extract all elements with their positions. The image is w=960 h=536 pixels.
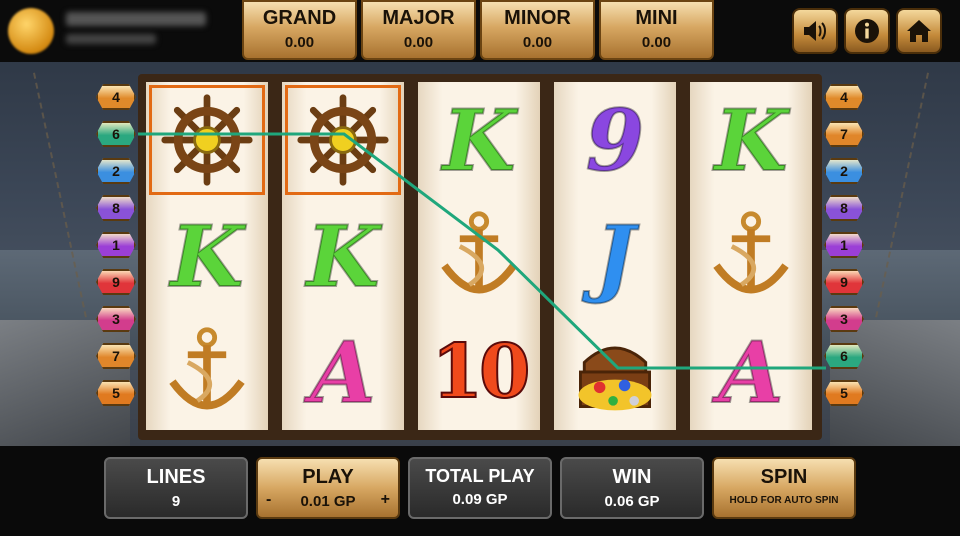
line-badge[interactable]: 6	[96, 121, 136, 147]
line-badge[interactable]: 7	[96, 343, 136, 369]
symbol-a: A	[282, 314, 404, 430]
jackpot-minor: MINOR 0.00	[480, 0, 595, 60]
reel-1: K	[146, 82, 268, 430]
player-balance-blurred	[66, 34, 156, 44]
info-button[interactable]	[844, 8, 890, 54]
line-badge[interactable]: 8	[824, 195, 864, 221]
symbol-k: K	[282, 198, 404, 314]
line-badge[interactable]: 8	[96, 195, 136, 221]
jackpot-value: 0.00	[403, 34, 434, 51]
ship-wheel-icon	[297, 94, 389, 186]
lines-panel[interactable]: LINES 9	[104, 457, 248, 519]
line-badge[interactable]: 4	[824, 84, 864, 110]
ship-wheel-icon	[161, 94, 253, 186]
line-badge[interactable]: 6	[824, 343, 864, 369]
line-badge[interactable]: 4	[96, 84, 136, 110]
line-badge[interactable]: 7	[824, 121, 864, 147]
bet-increase-button[interactable]: +	[381, 491, 390, 509]
jackpot-value: 0.00	[522, 34, 553, 51]
win-value: 0.06 GP	[604, 493, 660, 510]
play-panel: PLAY 0.01 GP - +	[256, 457, 400, 519]
symbol-k: K	[690, 82, 812, 198]
letter-k: K	[441, 90, 516, 191]
reel-2: K A	[282, 82, 404, 430]
line-badge[interactable]: 1	[824, 232, 864, 258]
letter-a: A	[717, 322, 784, 423]
symbol-ship-wheel	[146, 82, 268, 198]
anchor-icon	[713, 211, 789, 294]
jackpot-major: MAJOR 0.00	[361, 0, 476, 60]
letter-k: K	[713, 90, 788, 191]
line-badge[interactable]: 2	[824, 158, 864, 184]
home-icon	[907, 20, 931, 42]
win-label: WIN	[612, 466, 652, 488]
reel-3: K 10	[418, 82, 540, 430]
symbol-a: A	[690, 314, 812, 430]
symbol-ship-wheel	[282, 82, 404, 198]
speaker-icon	[804, 21, 826, 41]
win-panel: WIN 0.06 GP	[560, 457, 704, 519]
lines-value: 9	[171, 493, 181, 510]
letter-a: A	[309, 322, 376, 423]
lines-label: LINES	[146, 466, 206, 488]
play-value: 0.01 GP	[300, 493, 356, 510]
total-play-panel: TOTAL PLAY 0.09 GP	[408, 457, 552, 519]
spin-button[interactable]: SPIN HOLD FOR AUTO SPIN	[712, 457, 856, 519]
bet-decrease-button[interactable]: -	[266, 491, 271, 509]
game-logo	[8, 8, 54, 54]
jackpot-value: 0.00	[641, 34, 672, 51]
letter-j: J	[594, 206, 636, 307]
symbol-ten: 10	[418, 314, 540, 430]
top-bar: GRAND 0.00 MAJOR 0.00 MINOR 0.00 MINI 0.…	[0, 0, 960, 62]
jackpot-label: GRAND	[262, 7, 337, 29]
symbol-nine: 9	[554, 82, 676, 198]
jackpot-label: MINI	[635, 7, 678, 29]
jackpot-mini: MINI 0.00	[599, 0, 714, 60]
sound-button[interactable]	[792, 8, 838, 54]
jackpot-label: MAJOR	[382, 7, 455, 29]
reel-4: 9 J	[554, 82, 676, 430]
anchor-icon	[441, 211, 517, 294]
symbol-k: K	[146, 198, 268, 314]
symbol-k: K	[418, 82, 540, 198]
spin-hint: HOLD FOR AUTO SPIN	[729, 495, 839, 506]
player-name-blurred	[66, 12, 206, 26]
jackpot-label: MINOR	[504, 7, 571, 29]
line-badge[interactable]: 3	[96, 306, 136, 332]
play-label: PLAY	[302, 466, 354, 488]
symbol-anchor	[418, 198, 540, 314]
line-badge[interactable]: 9	[824, 269, 864, 295]
total-play-label: TOTAL PLAY	[425, 466, 535, 486]
line-badge[interactable]: 3	[824, 306, 864, 332]
jackpot-value: 0.00	[284, 34, 315, 51]
symbol-j: J	[554, 198, 676, 314]
anchor-icon	[169, 327, 245, 410]
symbol-anchor	[146, 314, 268, 430]
number-nine: 9	[585, 90, 645, 191]
letter-k: K	[169, 206, 244, 307]
line-badge[interactable]: 5	[824, 380, 864, 406]
line-badge[interactable]: 9	[96, 269, 136, 295]
reel-5: K A	[690, 82, 812, 430]
home-button[interactable]	[896, 8, 942, 54]
line-badge[interactable]: 2	[96, 158, 136, 184]
symbol-treasure-chest	[554, 314, 676, 430]
letter-k: K	[305, 206, 380, 307]
total-play-value: 0.09 GP	[452, 491, 508, 508]
spin-label: SPIN	[760, 466, 808, 488]
line-badge[interactable]: 5	[96, 380, 136, 406]
symbol-anchor	[690, 198, 812, 314]
jackpot-panel: GRAND 0.00 MAJOR 0.00 MINOR 0.00 MINI 0.…	[242, 0, 714, 60]
info-icon	[855, 19, 879, 43]
jackpot-grand: GRAND 0.00	[242, 0, 357, 60]
line-badge[interactable]: 1	[96, 232, 136, 258]
number-ten: 10	[431, 328, 532, 416]
treasure-chest-icon	[578, 346, 652, 411]
